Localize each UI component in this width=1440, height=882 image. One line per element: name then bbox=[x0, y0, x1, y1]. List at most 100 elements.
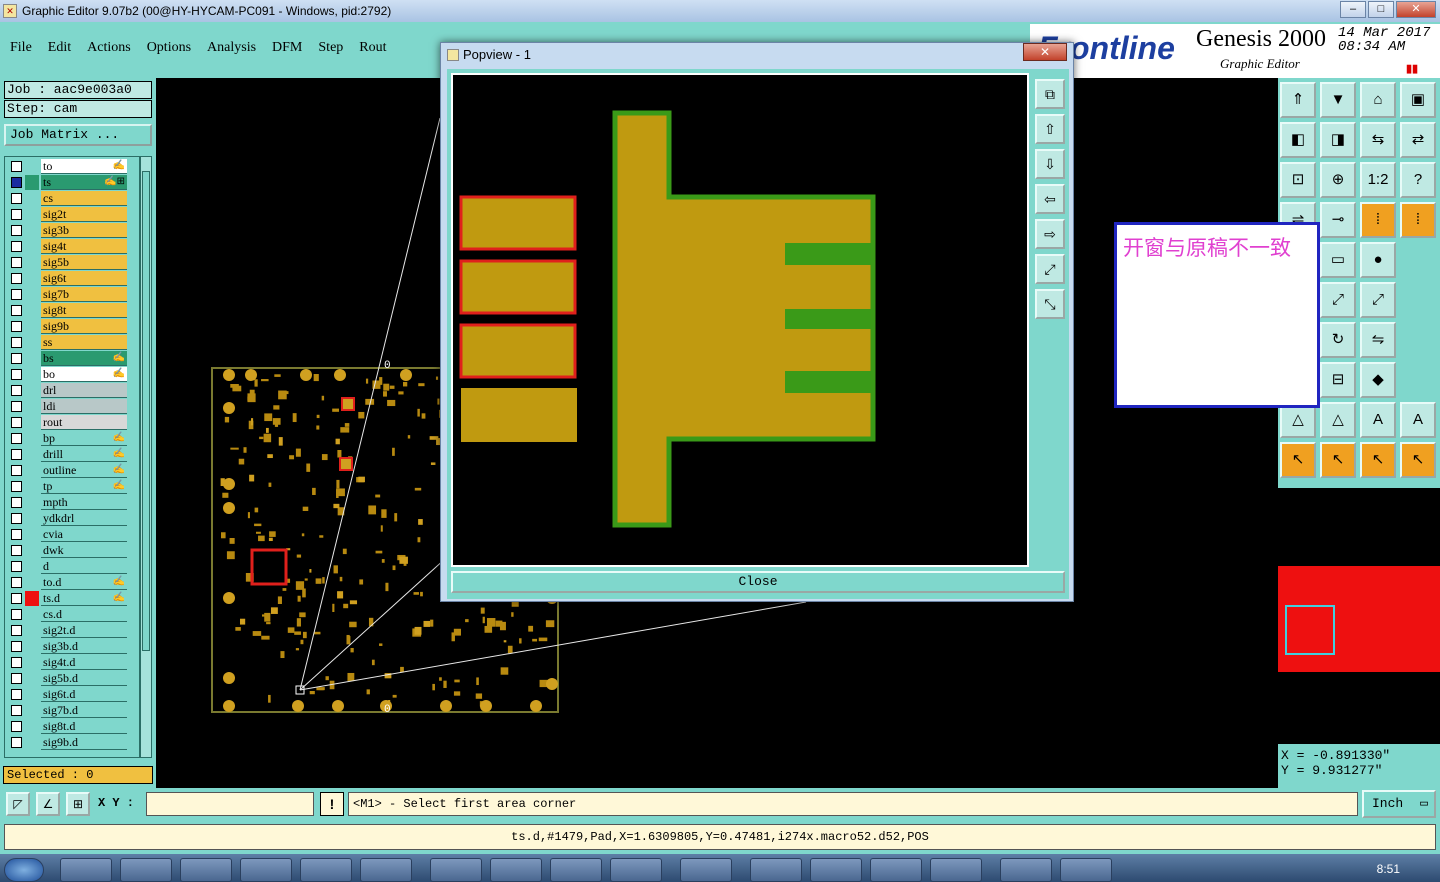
layer-row[interactable]: d bbox=[5, 559, 127, 574]
layer-name[interactable]: drill ✍ bbox=[41, 447, 127, 462]
taskbar-app-12[interactable] bbox=[750, 858, 802, 882]
pad-zoom-view[interactable] bbox=[453, 75, 1027, 565]
layer-row[interactable]: cvia bbox=[5, 527, 127, 542]
a-right-icon[interactable]: A bbox=[1400, 402, 1436, 438]
taskbar-app-4[interactable] bbox=[240, 858, 292, 882]
taskbar-app-15[interactable] bbox=[930, 858, 982, 882]
start-button[interactable] bbox=[4, 858, 44, 882]
layer-row[interactable]: sig8t bbox=[5, 303, 127, 318]
layer-checkbox[interactable] bbox=[11, 161, 22, 172]
layer-row[interactable]: sig5b bbox=[5, 255, 127, 270]
layer-checkbox[interactable] bbox=[11, 609, 22, 620]
layer-name[interactable]: ts ✍⊞ bbox=[41, 175, 127, 190]
layer-name[interactable]: sig2t.d bbox=[41, 623, 127, 638]
triangle-up-icon[interactable]: △ bbox=[1320, 402, 1356, 438]
layer-checkbox[interactable] bbox=[11, 321, 22, 332]
layer-checkbox[interactable] bbox=[11, 209, 22, 220]
taskbar-app-2[interactable] bbox=[120, 858, 172, 882]
a-icon[interactable]: A bbox=[1360, 402, 1396, 438]
layer-row[interactable]: sig3b bbox=[5, 223, 127, 238]
layer-checkbox[interactable] bbox=[11, 593, 22, 604]
layer-checkbox[interactable] bbox=[11, 513, 22, 524]
layer-name[interactable]: bs ✍ bbox=[41, 351, 127, 366]
page-right-icon[interactable]: ⇨ bbox=[1035, 219, 1065, 249]
ruler-icon[interactable]: ▭ bbox=[1320, 242, 1356, 278]
layer-name[interactable]: ts.d ✍ bbox=[41, 591, 127, 606]
layer-name[interactable]: to ✍ bbox=[41, 159, 127, 174]
layer-row[interactable]: sig4t.d bbox=[5, 655, 127, 670]
taskbar-app-11[interactable] bbox=[680, 858, 732, 882]
layer-row[interactable]: outline ✍ bbox=[5, 463, 127, 478]
shape-icon[interactable]: ◆ bbox=[1360, 362, 1396, 398]
taskbar-app-6[interactable] bbox=[360, 858, 412, 882]
menu-actions[interactable]: Actions bbox=[87, 40, 131, 56]
popview-close-button[interactable]: Close bbox=[451, 571, 1065, 593]
layer-checkbox[interactable] bbox=[11, 561, 22, 572]
layer-checkbox[interactable] bbox=[11, 545, 22, 556]
xy-input[interactable] bbox=[146, 792, 314, 816]
panel-icon[interactable]: ▣ bbox=[1400, 82, 1436, 118]
minimize-button[interactable]: – bbox=[1340, 1, 1366, 18]
move-left-icon[interactable]: ◧ bbox=[1280, 122, 1316, 158]
snap-mode-icon[interactable]: ◸ bbox=[6, 792, 30, 816]
taskbar-app-1[interactable] bbox=[60, 858, 112, 882]
layer-scrollbar[interactable] bbox=[140, 156, 152, 758]
dot-icon[interactable]: ● bbox=[1360, 242, 1396, 278]
page-up-icon[interactable]: ⇧ bbox=[1035, 114, 1065, 144]
layer-checkbox[interactable] bbox=[11, 353, 22, 364]
layer-name[interactable]: sig5b.d bbox=[41, 671, 127, 686]
layer-name[interactable]: cs.d bbox=[41, 607, 127, 622]
menu-step[interactable]: Step bbox=[318, 40, 343, 56]
layer-row[interactable]: to ✍ bbox=[5, 159, 127, 174]
layer-name[interactable]: sig9b.d bbox=[41, 735, 127, 750]
taskbar-app-5[interactable] bbox=[300, 858, 352, 882]
layer-name[interactable]: sig5b bbox=[41, 255, 127, 270]
layer-name[interactable]: ldi bbox=[41, 399, 127, 414]
swap-icon[interactable]: ⇄ bbox=[1400, 122, 1436, 158]
layer-name[interactable]: sig2t bbox=[41, 207, 127, 222]
layer-checkbox[interactable] bbox=[11, 577, 22, 588]
layer-checkbox[interactable] bbox=[11, 465, 22, 476]
snap-icon[interactable]: ⤢ bbox=[1320, 282, 1356, 318]
page-left-icon[interactable]: ⇦ bbox=[1035, 184, 1065, 214]
layer-row[interactable]: sig4t bbox=[5, 239, 127, 254]
taskbar-app-3[interactable] bbox=[180, 858, 232, 882]
menu-edit[interactable]: Edit bbox=[48, 40, 71, 56]
layer-name[interactable]: dwk bbox=[41, 543, 127, 558]
layer-row[interactable]: dwk bbox=[5, 543, 127, 558]
layer-checkbox[interactable] bbox=[11, 529, 22, 540]
layer-row[interactable]: sig2t.d bbox=[5, 623, 127, 638]
layer-checkbox[interactable] bbox=[11, 737, 22, 748]
one-to-one-icon[interactable]: 1:2 bbox=[1360, 162, 1396, 198]
mirror-icon[interactable]: ⇋ bbox=[1360, 322, 1396, 358]
pointer-box-icon[interactable]: ↖ bbox=[1320, 442, 1356, 478]
pad-icon[interactable]: ⊸ bbox=[1320, 202, 1356, 238]
snap-blue-icon[interactable]: ⤢ bbox=[1360, 282, 1396, 318]
layer-name[interactable]: sig8t.d bbox=[41, 719, 127, 734]
rotate-icon[interactable]: ↻ bbox=[1320, 322, 1356, 358]
layer-name[interactable]: sig6t bbox=[41, 271, 127, 286]
layer-checkbox[interactable] bbox=[11, 385, 22, 396]
taskbar-app-13[interactable] bbox=[810, 858, 862, 882]
taskbar-app-8[interactable] bbox=[490, 858, 542, 882]
layer-row[interactable]: sig9b.d bbox=[5, 735, 127, 750]
layer-name[interactable]: ydkdrl bbox=[41, 511, 127, 526]
layer-checkbox[interactable] bbox=[11, 225, 22, 236]
popview-close-x[interactable]: ✕ bbox=[1023, 43, 1067, 61]
zoom-out-icon[interactable]: ⤡ bbox=[1035, 289, 1065, 319]
layer-name[interactable]: sig4t.d bbox=[41, 655, 127, 670]
pointer-circle-icon[interactable]: ↖ bbox=[1360, 442, 1396, 478]
center-icon[interactable]: ⊕ bbox=[1320, 162, 1356, 198]
layer-row[interactable]: ts.d ✍ bbox=[5, 591, 127, 606]
layer-name[interactable]: sig9b bbox=[41, 319, 127, 334]
layer-name[interactable]: ss bbox=[41, 335, 127, 350]
layer-row[interactable]: bp ✍ bbox=[5, 431, 127, 446]
layer-checkbox[interactable] bbox=[11, 481, 22, 492]
fit-icon[interactable]: ⊡ bbox=[1280, 162, 1316, 198]
layer-row[interactable]: sig5b.d bbox=[5, 671, 127, 686]
layer-checkbox[interactable] bbox=[11, 305, 22, 316]
minimap[interactable] bbox=[1278, 488, 1440, 742]
layer-name[interactable]: to.d ✍ bbox=[41, 575, 127, 590]
zoom-in-icon[interactable]: ⤢ bbox=[1035, 254, 1065, 284]
layer-row[interactable]: sig2t bbox=[5, 207, 127, 222]
